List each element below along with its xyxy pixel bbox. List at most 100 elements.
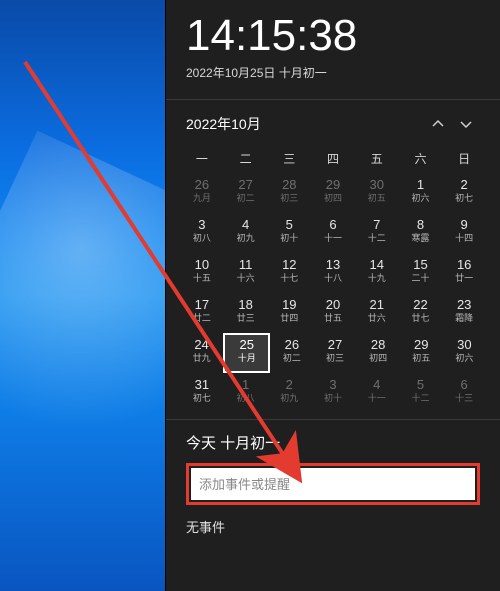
day-number: 30 <box>443 337 486 352</box>
day-cell[interactable]: 13十八 <box>311 253 355 293</box>
day-cell[interactable]: 30初六 <box>443 333 486 373</box>
week-row: 3初八4初九5初十6十一7十二8寒露9十四 <box>180 213 486 253</box>
day-cell[interactable]: 31初七 <box>180 373 224 413</box>
day-number: 31 <box>180 377 224 392</box>
no-events-label: 无事件 <box>186 517 480 536</box>
day-cell[interactable]: 26初二 <box>270 333 313 373</box>
day-lunar: 廿五 <box>311 313 355 324</box>
day-cell[interactable]: 4十一 <box>355 373 399 413</box>
dow-cell: 一 <box>180 146 224 173</box>
day-cell[interactable]: 20廿五 <box>311 293 355 333</box>
add-event-input[interactable] <box>191 468 475 500</box>
day-cell[interactable]: 28初四 <box>357 333 400 373</box>
day-cell[interactable]: 26九月 <box>180 173 224 213</box>
day-number: 20 <box>311 297 355 312</box>
day-cell[interactable]: 5十二 <box>399 373 443 413</box>
day-cell[interactable]: 16廿一 <box>442 253 486 293</box>
week-row: 10十五11十六12十七13十八14十九15二十16廿一 <box>180 253 486 293</box>
day-cell[interactable]: 30初五 <box>355 173 399 213</box>
day-cell[interactable]: 4初九 <box>224 213 268 253</box>
dow-cell: 二 <box>224 146 268 173</box>
day-number: 3 <box>311 377 355 392</box>
day-cell[interactable]: 1初八 <box>224 373 268 413</box>
day-lunar: 初四 <box>311 193 355 204</box>
day-number: 2 <box>267 377 311 392</box>
day-lunar: 廿二 <box>180 313 224 324</box>
day-cell[interactable]: 6十三 <box>442 373 486 413</box>
clock-section: 14:15:38 2022年10月25日 十月初一 <box>166 0 500 87</box>
day-cell[interactable]: 10十五 <box>180 253 224 293</box>
day-cell[interactable]: 21廿六 <box>355 293 399 333</box>
day-number: 30 <box>355 177 399 192</box>
day-cell[interactable]: 1初六 <box>399 173 443 213</box>
day-cell[interactable]: 29初四 <box>311 173 355 213</box>
day-cell[interactable]: 15二十 <box>399 253 443 293</box>
day-cell[interactable]: 14十九 <box>355 253 399 293</box>
day-cell[interactable]: 27初三 <box>313 333 356 373</box>
day-lunar: 初七 <box>442 193 486 204</box>
day-number: 6 <box>311 217 355 232</box>
prev-month-button[interactable] <box>424 110 452 138</box>
day-cell[interactable]: 8寒露 <box>399 213 443 253</box>
month-navigation: 2022年10月 <box>166 100 500 142</box>
day-lunar: 初六 <box>443 353 486 364</box>
day-cell[interactable]: 3初十 <box>311 373 355 413</box>
dow-cell: 六 <box>399 146 443 173</box>
day-number: 23 <box>442 297 486 312</box>
day-lunar: 初八 <box>180 233 224 244</box>
day-lunar: 廿七 <box>399 313 443 324</box>
day-cell[interactable]: 2初七 <box>442 173 486 213</box>
day-number: 13 <box>311 257 355 272</box>
day-cell[interactable]: 27初二 <box>224 173 268 213</box>
day-number: 27 <box>313 337 356 352</box>
day-cell[interactable]: 29初五 <box>400 333 443 373</box>
day-number: 25 <box>225 337 268 352</box>
day-number: 7 <box>355 217 399 232</box>
day-lunar: 二十 <box>399 273 443 284</box>
day-number: 11 <box>224 257 268 272</box>
day-lunar: 廿六 <box>355 313 399 324</box>
dow-cell: 日 <box>442 146 486 173</box>
day-number: 21 <box>355 297 399 312</box>
day-number: 24 <box>180 337 223 352</box>
day-cell[interactable]: 22廿七 <box>399 293 443 333</box>
day-number: 4 <box>355 377 399 392</box>
day-lunar: 霜降 <box>442 313 486 324</box>
day-cell[interactable]: 17廿二 <box>180 293 224 333</box>
day-number: 29 <box>400 337 443 352</box>
calendar-grid: 一二三四五六日 26九月27初二28初三29初四30初五1初六2初七3初八4初九… <box>166 142 500 413</box>
day-cell-today[interactable]: 25十月 <box>223 333 270 373</box>
agenda-section: 今天 十月初一 无事件 <box>166 420 500 536</box>
day-lunar: 初九 <box>224 233 268 244</box>
day-cell[interactable]: 9十四 <box>442 213 486 253</box>
dow-cell: 四 <box>311 146 355 173</box>
clock-time: 14:15:38 <box>186 14 480 58</box>
day-lunar: 廿三 <box>224 313 268 324</box>
day-cell[interactable]: 7十二 <box>355 213 399 253</box>
day-lunar: 初三 <box>267 193 311 204</box>
day-cell[interactable]: 6十一 <box>311 213 355 253</box>
day-number: 12 <box>267 257 311 272</box>
day-lunar: 十七 <box>267 273 311 284</box>
day-cell[interactable]: 19廿四 <box>267 293 311 333</box>
day-lunar: 十二 <box>399 393 443 404</box>
day-cell[interactable]: 2初九 <box>267 373 311 413</box>
day-number: 8 <box>399 217 443 232</box>
next-month-button[interactable] <box>452 110 480 138</box>
day-cell[interactable]: 18廿三 <box>224 293 268 333</box>
day-number: 28 <box>357 337 400 352</box>
day-cell[interactable]: 23霜降 <box>442 293 486 333</box>
day-number: 9 <box>442 217 486 232</box>
day-cell[interactable]: 12十七 <box>267 253 311 293</box>
day-cell[interactable]: 11十六 <box>224 253 268 293</box>
month-label[interactable]: 2022年10月 <box>186 114 424 134</box>
day-number: 19 <box>267 297 311 312</box>
day-number: 26 <box>180 177 224 192</box>
day-cell[interactable]: 24廿九 <box>180 333 223 373</box>
day-cell[interactable]: 5初十 <box>267 213 311 253</box>
day-number: 28 <box>267 177 311 192</box>
day-cell[interactable]: 28初三 <box>267 173 311 213</box>
week-row: 31初七1初八2初九3初十4十一5十二6十三 <box>180 373 486 413</box>
day-cell[interactable]: 3初八 <box>180 213 224 253</box>
day-lunar: 廿九 <box>180 353 223 364</box>
